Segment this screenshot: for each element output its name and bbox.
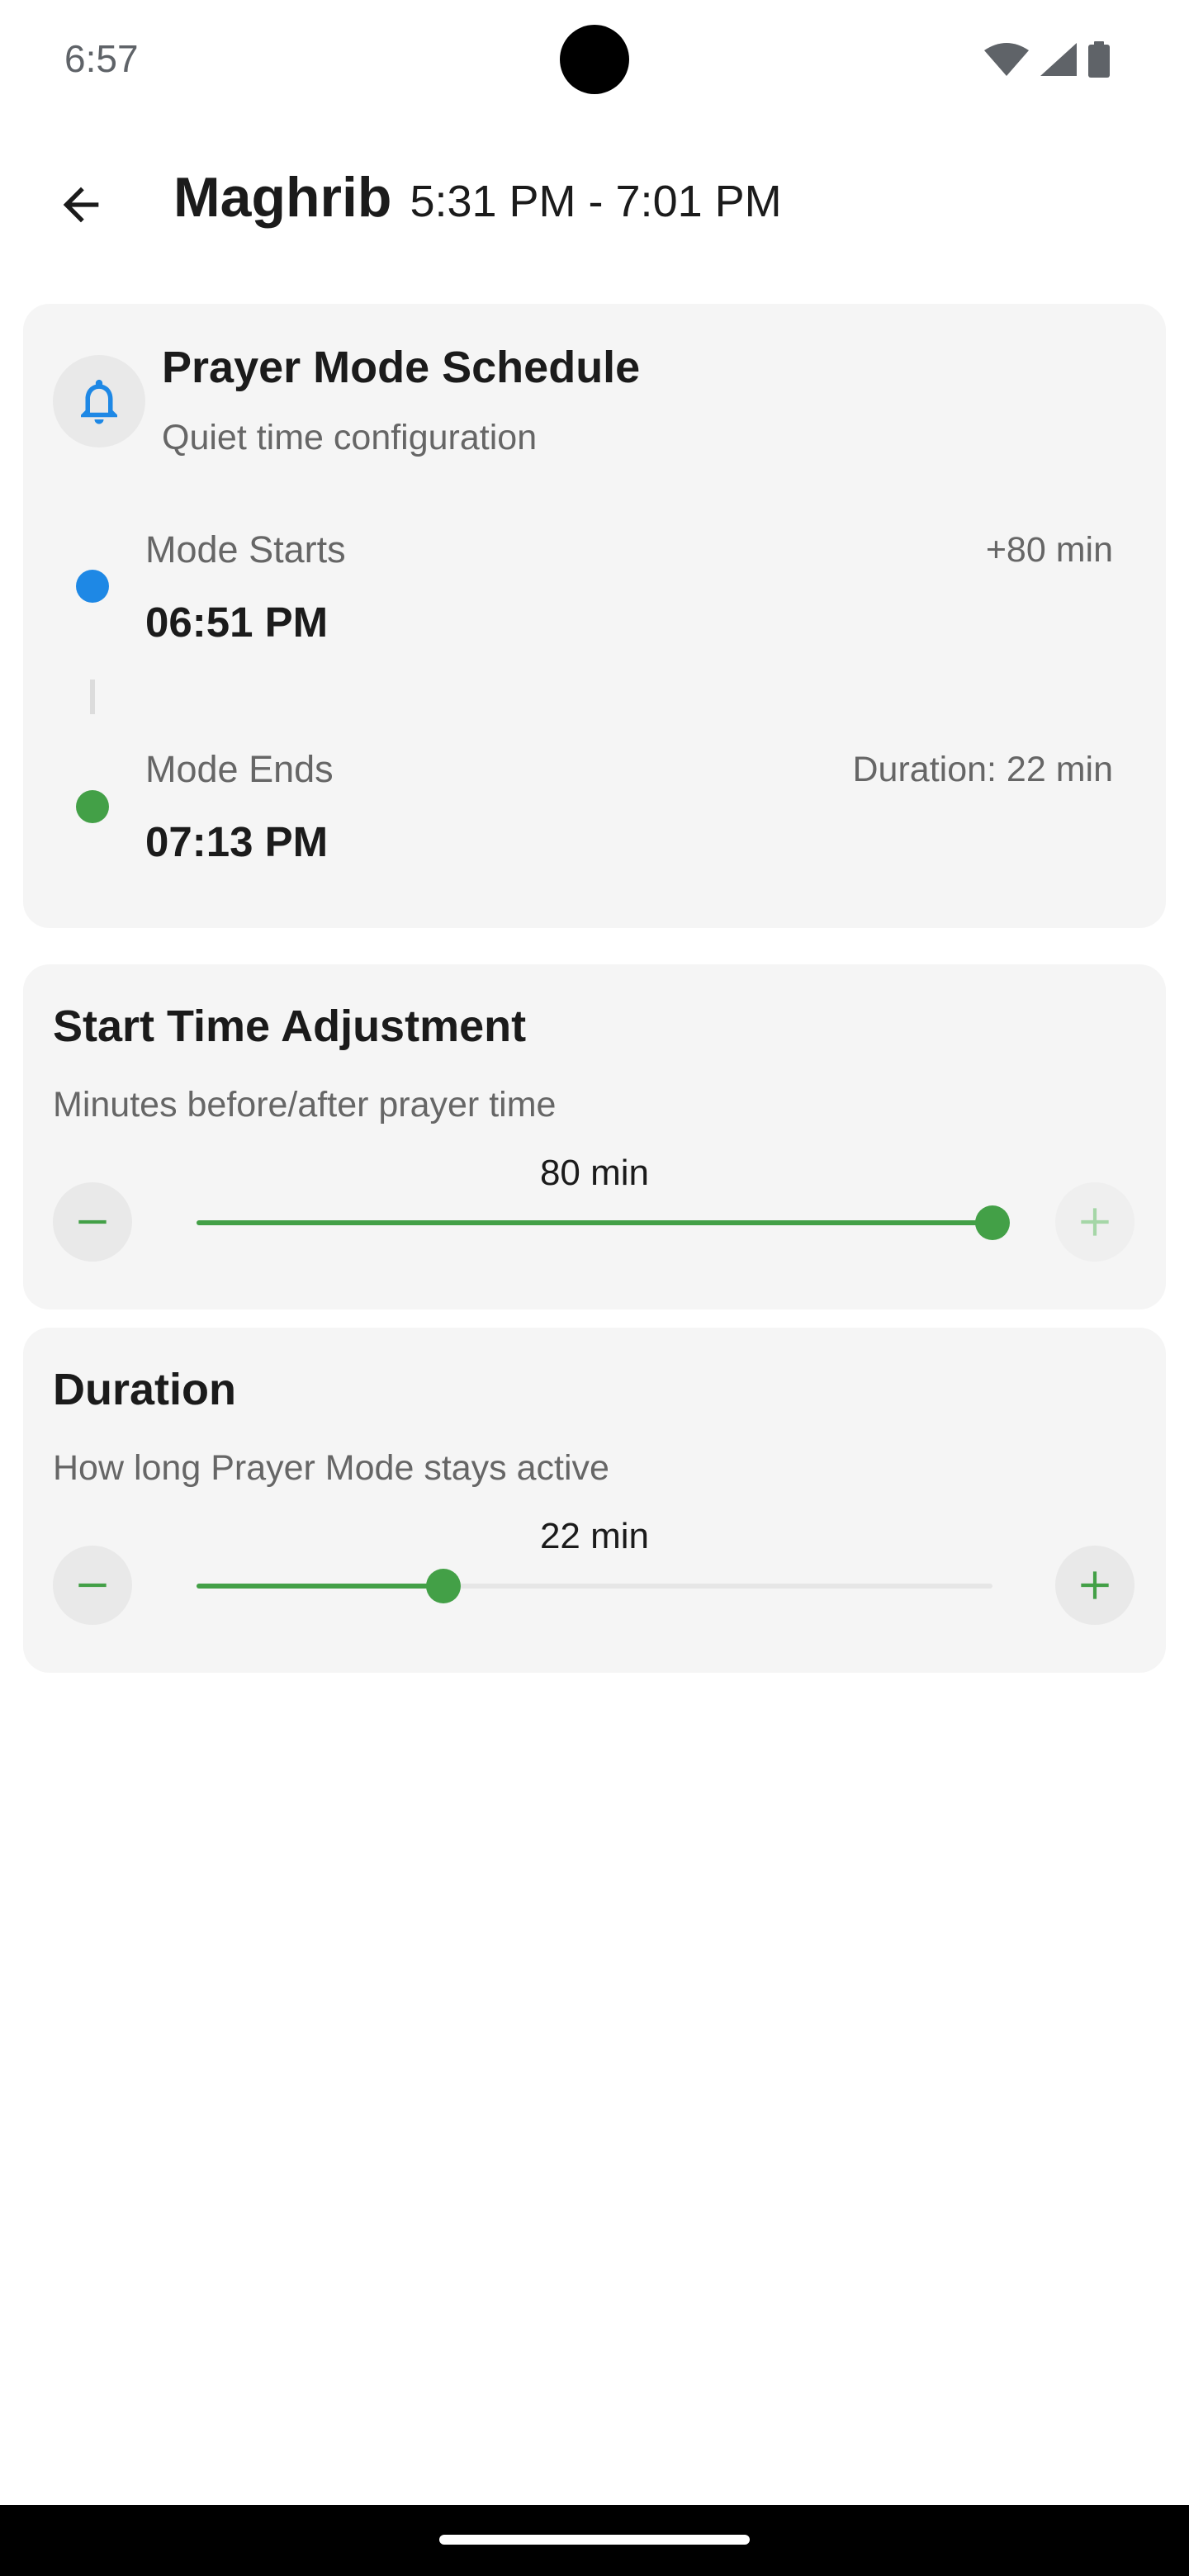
duration-subtitle: How long Prayer Mode stays active xyxy=(53,1448,609,1488)
camera-cutout xyxy=(560,25,629,94)
duration-slider-thumb[interactable] xyxy=(425,1569,461,1603)
start-offset: +80 min xyxy=(985,530,1113,570)
page-title: Maghrib 5:31 PM - 7:01 PM xyxy=(173,165,782,230)
mode-starts-time: 06:51 PM xyxy=(145,599,329,646)
status-icons xyxy=(984,41,1110,78)
start-increase-button[interactable] xyxy=(1055,1182,1135,1262)
duration-slider-fill xyxy=(197,1584,443,1589)
prayer-mode-screen: 6:57 Maghrib 5:31 PM - 7:01 PM Prayer Mo… xyxy=(0,0,1189,2576)
plus-icon xyxy=(1081,1208,1109,1236)
system-navigation-bar xyxy=(0,2505,1189,2576)
prayer-time-range: 5:31 PM - 7:01 PM xyxy=(410,177,782,226)
duration-increase-button[interactable] xyxy=(1055,1546,1135,1625)
status-time: 6:57 xyxy=(64,37,139,80)
timeline-connector xyxy=(90,680,95,714)
home-gesture-handle[interactable] xyxy=(439,2535,750,2545)
start-adjustment-slider[interactable] xyxy=(197,1205,1010,1240)
mode-ends-label: Mode Ends xyxy=(145,748,334,790)
bell-icon-badge xyxy=(53,355,145,447)
duration-title: Duration xyxy=(53,1365,236,1414)
schedule-title: Prayer Mode Schedule xyxy=(162,343,641,392)
duration-decrease-button[interactable] xyxy=(53,1546,132,1625)
mode-starts-label: Mode Starts xyxy=(145,528,346,571)
duration-summary: Duration: 22 min xyxy=(852,750,1114,789)
plus-icon xyxy=(1081,1571,1109,1599)
end-indicator-dot xyxy=(76,790,109,823)
prayer-name: Maghrib xyxy=(173,166,392,229)
start-slider-thumb[interactable] xyxy=(975,1205,1010,1240)
duration-slider[interactable] xyxy=(197,1569,992,1603)
bell-icon xyxy=(81,379,117,424)
schedule-card: Prayer Mode Schedule Quiet time configur… xyxy=(23,304,1166,928)
start-slider-fill xyxy=(197,1220,992,1225)
minus-icon xyxy=(78,1219,107,1224)
duration-value: 22 min xyxy=(539,1516,650,1556)
arrow-back-icon xyxy=(63,187,99,223)
start-adjustment-value: 80 min xyxy=(539,1153,650,1193)
start-indicator-dot xyxy=(76,570,109,603)
cellular-signal-icon xyxy=(1040,43,1077,76)
start-adjustment-subtitle: Minutes before/after prayer time xyxy=(53,1085,557,1125)
mode-ends-time: 07:13 PM xyxy=(145,818,329,865)
wifi-icon xyxy=(984,43,1029,76)
back-button[interactable] xyxy=(40,163,122,246)
start-decrease-button[interactable] xyxy=(53,1182,132,1262)
status-bar: 6:57 xyxy=(0,0,1189,124)
top-app-bar: Maghrib 5:31 PM - 7:01 PM xyxy=(0,157,1189,248)
duration-card: Duration How long Prayer Mode stays acti… xyxy=(23,1328,1166,1673)
minus-icon xyxy=(78,1583,107,1588)
schedule-subtitle: Quiet time configuration xyxy=(162,418,538,457)
battery-icon xyxy=(1088,41,1110,78)
start-adjustment-card: Start Time Adjustment Minutes before/aft… xyxy=(23,964,1166,1309)
start-adjustment-title: Start Time Adjustment xyxy=(53,1002,527,1051)
